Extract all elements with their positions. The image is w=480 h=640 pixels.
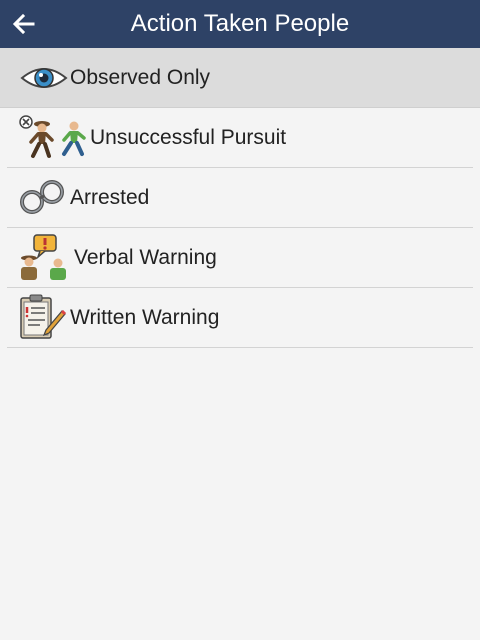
list-item-unsuccessful-pursuit[interactable]: Unsuccessful Pursuit [0,108,480,168]
divider [7,347,473,348]
list-item-label: Arrested [70,186,150,209]
verbal-warning-icon [18,234,70,282]
list-item-label: Written Warning [70,306,220,329]
page-title: Action Taken People [130,10,350,37]
list-item-label: Unsuccessful Pursuit [90,126,287,149]
list-item-observed-only[interactable]: Observed Only [0,48,480,108]
action-list: Observed Only Unsuccessful Pursuit Arres… [0,48,480,348]
app-bar: Action Taken People [0,0,480,48]
list-item-arrested[interactable]: Arrested [0,168,480,228]
pursuit-icon [18,114,86,162]
list-item-written-warning[interactable]: Written Warning [0,288,480,348]
list-item-label: Verbal Warning [74,246,217,269]
handcuffs-icon [18,174,70,222]
written-warning-icon [18,294,70,342]
eye-icon [20,54,72,102]
list-item-label: Observed Only [70,66,211,89]
list-item-verbal-warning[interactable]: Verbal Warning [0,228,480,288]
